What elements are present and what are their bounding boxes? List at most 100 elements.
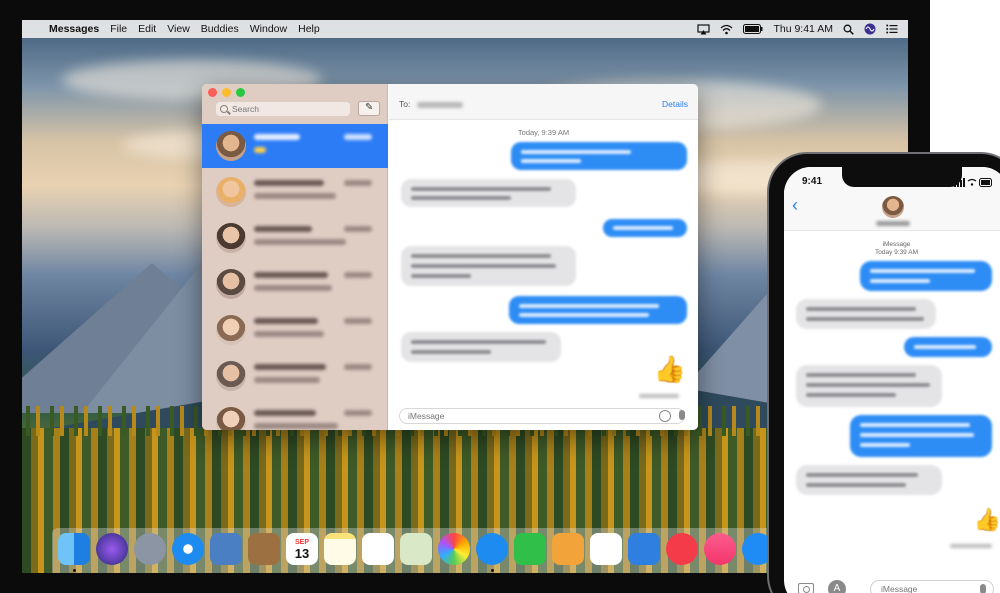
message-bubble-received: [401, 332, 561, 362]
battery-icon[interactable]: [743, 24, 763, 34]
message-bubble-sent: [904, 337, 992, 357]
notification-center-icon[interactable]: [886, 24, 898, 34]
status-time: 9:41: [802, 176, 823, 187]
music-icon[interactable]: [704, 533, 736, 565]
running-indicator: [73, 569, 76, 572]
preview-redacted: [254, 193, 336, 199]
details-button[interactable]: Details: [662, 99, 688, 109]
time-redacted: [344, 226, 372, 232]
recipient-bar: To: Details: [389, 84, 698, 120]
message-bubble-sent: [509, 296, 687, 324]
spotlight-icon[interactable]: [843, 24, 854, 35]
menu-clock[interactable]: Thu 9:41 AM: [773, 23, 833, 35]
preview-redacted: [254, 147, 266, 153]
service-name: iMessage: [882, 241, 911, 248]
menu-buddies[interactable]: Buddies: [201, 23, 239, 35]
message-bubble-sent: [850, 415, 992, 457]
imessage-input[interactable]: [399, 408, 685, 424]
conversation-item[interactable]: [202, 400, 388, 430]
contact-name-redacted: [254, 318, 318, 324]
emoji-icon[interactable]: [659, 410, 671, 422]
mail-icon[interactable]: [210, 533, 242, 565]
finder-icon[interactable]: [58, 533, 90, 565]
to-label: To:: [399, 99, 411, 109]
conversation-item[interactable]: [202, 262, 388, 306]
zoom-button[interactable]: [236, 88, 245, 97]
safari-icon[interactable]: [172, 533, 204, 565]
conversation-item[interactable]: [202, 354, 388, 398]
service-label: iMessage Today 9:39 AM: [784, 241, 1000, 257]
status-area: Thu 9:41 AM: [697, 23, 908, 35]
launchpad-icon[interactable]: [134, 533, 166, 565]
time-redacted: [344, 318, 372, 324]
preview-redacted: [254, 331, 324, 337]
avatar: [216, 131, 246, 161]
timestamp: Today, 9:39 AM: [517, 128, 570, 137]
conversation-item[interactable]: [202, 308, 388, 352]
time-redacted: [344, 410, 372, 416]
recipient-redacted[interactable]: [417, 102, 463, 108]
wifi-icon[interactable]: [720, 24, 733, 35]
photos-icon[interactable]: [438, 533, 470, 565]
read-receipt-redacted: [639, 394, 679, 398]
calendar-icon[interactable]: SEP 13: [286, 533, 318, 565]
new-message-button[interactable]: [358, 101, 380, 116]
message-bubble-received: [796, 299, 936, 329]
conversation-item[interactable]: [202, 216, 388, 260]
contact-avatar[interactable]: [882, 196, 904, 218]
time-redacted: [344, 272, 372, 278]
back-button[interactable]: ‹: [792, 195, 798, 216]
menu-app-name[interactable]: Messages: [49, 23, 99, 35]
status-icons: [954, 178, 992, 187]
contact-name-redacted: [254, 272, 328, 278]
preview-redacted: [254, 423, 338, 429]
avatar: [216, 177, 246, 207]
numbers-icon[interactable]: [590, 533, 622, 565]
conversation-item[interactable]: [202, 170, 388, 214]
menu-help[interactable]: Help: [298, 23, 320, 35]
reminders-icon[interactable]: [362, 533, 394, 565]
microphone-icon[interactable]: [679, 410, 685, 420]
airplay-icon[interactable]: [697, 23, 711, 35]
contact-name-redacted: [254, 364, 326, 370]
notes-icon[interactable]: [324, 533, 356, 565]
time-redacted: [344, 134, 372, 140]
microphone-icon[interactable]: [980, 584, 986, 593]
menu-view[interactable]: View: [167, 23, 190, 35]
running-indicator: [491, 569, 494, 572]
search-icon: [220, 105, 228, 113]
menu-bar: Messages File Edit View Buddies Window H…: [22, 20, 908, 38]
pages-icon[interactable]: [552, 533, 584, 565]
facetime-icon[interactable]: [514, 533, 546, 565]
preview-redacted: [254, 239, 346, 245]
minimize-button[interactable]: [222, 88, 231, 97]
news-icon[interactable]: [666, 533, 698, 565]
siri-dock-icon[interactable]: [96, 533, 128, 565]
message-bubble-received: [401, 179, 576, 207]
stage: Messages File Edit View Buddies Window H…: [0, 0, 1000, 593]
menu-window[interactable]: Window: [250, 23, 287, 35]
imessage-input[interactable]: [870, 580, 994, 593]
search-input[interactable]: [216, 102, 350, 116]
contact-name-redacted: [254, 226, 312, 232]
menu-file[interactable]: File: [110, 23, 127, 35]
menu-edit[interactable]: Edit: [138, 23, 156, 35]
maps-icon[interactable]: [400, 533, 432, 565]
thumbs-up-emoji: 👍: [653, 354, 686, 384]
avatar: [216, 269, 246, 299]
message-bubble-received: [796, 465, 942, 495]
contacts-icon[interactable]: [248, 533, 280, 565]
camera-icon[interactable]: [798, 583, 814, 593]
close-button[interactable]: [208, 88, 217, 97]
messages-dock-icon[interactable]: [476, 533, 508, 565]
avatar: [216, 407, 246, 430]
contact-name-redacted: [254, 180, 324, 186]
conversation-pane: To: Details Today, 9:39 AM 👍: [389, 84, 698, 430]
conversation-item[interactable]: [202, 124, 388, 168]
keynote-icon[interactable]: [628, 533, 660, 565]
preview-redacted: [254, 377, 320, 383]
contact-name-redacted[interactable]: [876, 221, 910, 226]
timestamp: Today 9:39 AM: [875, 249, 918, 256]
siri-icon[interactable]: [864, 23, 876, 35]
app-store-icon[interactable]: A: [828, 580, 846, 593]
